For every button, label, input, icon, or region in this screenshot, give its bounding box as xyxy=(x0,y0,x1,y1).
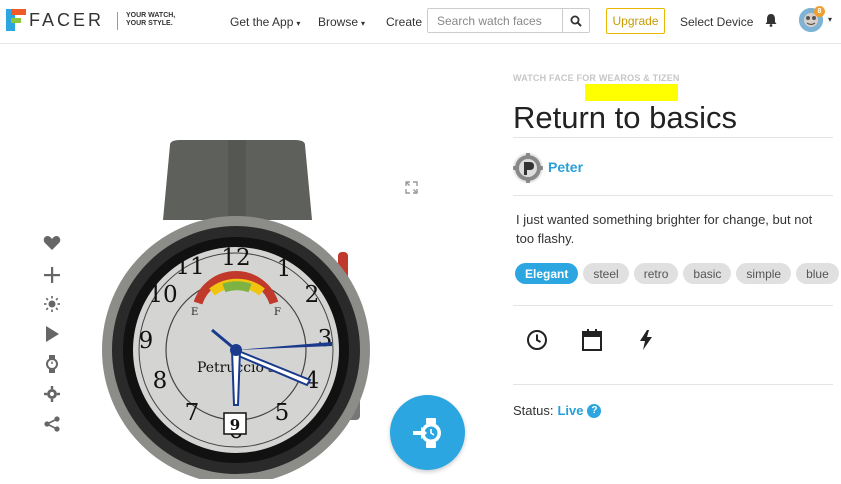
dial-numeral: 1 xyxy=(277,256,292,282)
preview-button[interactable] xyxy=(43,325,61,343)
upgrade-button[interactable]: Upgrade xyxy=(606,8,665,34)
dial-numeral: 12 xyxy=(221,245,250,271)
feature-time[interactable] xyxy=(526,329,548,351)
tag-blue[interactable]: blue xyxy=(796,263,839,284)
brand-divider xyxy=(117,12,118,30)
dial-numeral: 11 xyxy=(175,254,204,280)
expand-icon[interactable] xyxy=(405,181,418,194)
gear-icon xyxy=(44,386,60,402)
brand-name[interactable]: FACER xyxy=(29,10,104,31)
bell-icon[interactable] xyxy=(765,13,777,27)
status-value: Live xyxy=(557,403,584,418)
dial-numeral: 5 xyxy=(275,400,290,426)
select-device-button[interactable]: Select Device xyxy=(680,15,753,29)
tag-steel[interactable]: steel xyxy=(583,263,629,284)
search-button[interactable] xyxy=(562,9,589,32)
search-input[interactable] xyxy=(428,9,562,32)
nav-get-the-app-label: Get the App xyxy=(230,15,294,29)
author-link[interactable]: Peter xyxy=(548,159,583,175)
platform-subtitle: WATCH FACE FOR WEAROS & TIZEN xyxy=(513,73,680,83)
tag-simple[interactable]: simple xyxy=(736,263,792,284)
lightning-icon xyxy=(640,330,652,350)
nav-create-label: Create xyxy=(386,15,423,29)
heart-icon xyxy=(43,236,61,250)
like-button[interactable] xyxy=(43,234,61,252)
author-logo-icon xyxy=(513,153,543,183)
watch-icon xyxy=(46,355,58,373)
top-navigation: FACER YOUR WATCH, YOUR STYLE. Get the Ap… xyxy=(0,0,841,44)
calendar-icon xyxy=(582,329,602,351)
description: I just wanted something brighter for cha… xyxy=(516,212,813,246)
divider xyxy=(513,305,833,306)
brightness-icon xyxy=(44,296,60,312)
plus-icon xyxy=(44,267,60,283)
dial-numeral: 10 xyxy=(148,282,177,308)
brand-tagline: YOUR WATCH, YOUR STYLE. xyxy=(126,12,186,28)
highlight-mark xyxy=(585,84,678,101)
page-title: Return to basics xyxy=(513,100,737,135)
chevron-down-icon: ▾ xyxy=(296,19,301,28)
dial-numeral: 2 xyxy=(305,282,320,308)
chevron-down-icon[interactable]: ▾ xyxy=(828,15,832,24)
search-icon xyxy=(570,15,582,27)
nav-create[interactable]: Create xyxy=(386,15,422,29)
tag-retro[interactable]: retro xyxy=(633,263,679,284)
status-label: Status: xyxy=(513,403,554,418)
send-to-watch-button[interactable] xyxy=(43,355,61,373)
tagline-line-1: YOUR WATCH, xyxy=(126,12,176,19)
nav-browse[interactable]: Browse ▾ xyxy=(318,15,365,29)
watch-illustration: E F 12 1 2 3 4 5 6 7 8 9 10 11 Petruccio… xyxy=(102,140,370,484)
divider xyxy=(513,137,833,138)
feature-date[interactable] xyxy=(581,329,603,351)
nav-get-the-app[interactable]: Get the App ▾ xyxy=(230,15,300,29)
facer-logo-icon[interactable] xyxy=(6,9,26,31)
sync-to-watch-button[interactable] xyxy=(390,395,465,470)
settings-button[interactable] xyxy=(43,385,61,403)
send-to-watch-icon xyxy=(412,417,441,448)
search-box xyxy=(427,8,590,33)
gauge-empty-label: E xyxy=(191,307,198,318)
dial-numeral: 3 xyxy=(318,326,333,352)
tagline-line-2: YOUR STYLE. xyxy=(126,20,173,27)
brightness-button[interactable] xyxy=(43,295,61,313)
dial-numeral: 9 xyxy=(139,328,154,354)
tag-elegant[interactable]: Elegant xyxy=(515,263,579,284)
divider xyxy=(513,195,833,196)
share-icon xyxy=(44,416,60,432)
tag-list: Elegant steel retro basic simple blue xyxy=(515,263,839,284)
chevron-down-icon: ▾ xyxy=(361,19,366,28)
nav-browse-label: Browse xyxy=(318,15,359,29)
help-icon[interactable]: ? xyxy=(587,403,602,418)
status-row: Status: Live ? xyxy=(513,403,602,418)
author-avatar[interactable] xyxy=(513,153,543,183)
tag-basic[interactable]: basic xyxy=(683,263,732,284)
clock-icon xyxy=(527,330,547,350)
add-to-collection-button[interactable] xyxy=(43,266,61,284)
feature-battery[interactable] xyxy=(635,329,657,351)
gauge-full-label: F xyxy=(274,307,281,318)
notification-badge: 8 xyxy=(814,6,825,17)
date-window: 9 xyxy=(230,416,240,434)
share-button[interactable] xyxy=(43,415,61,433)
play-icon xyxy=(46,326,59,342)
watch-face-preview: E F 12 1 2 3 4 5 6 7 8 9 10 11 Petruccio… xyxy=(100,140,380,484)
dial-numeral: 8 xyxy=(153,368,168,394)
divider xyxy=(513,384,833,385)
dial-numeral: 7 xyxy=(185,400,200,426)
